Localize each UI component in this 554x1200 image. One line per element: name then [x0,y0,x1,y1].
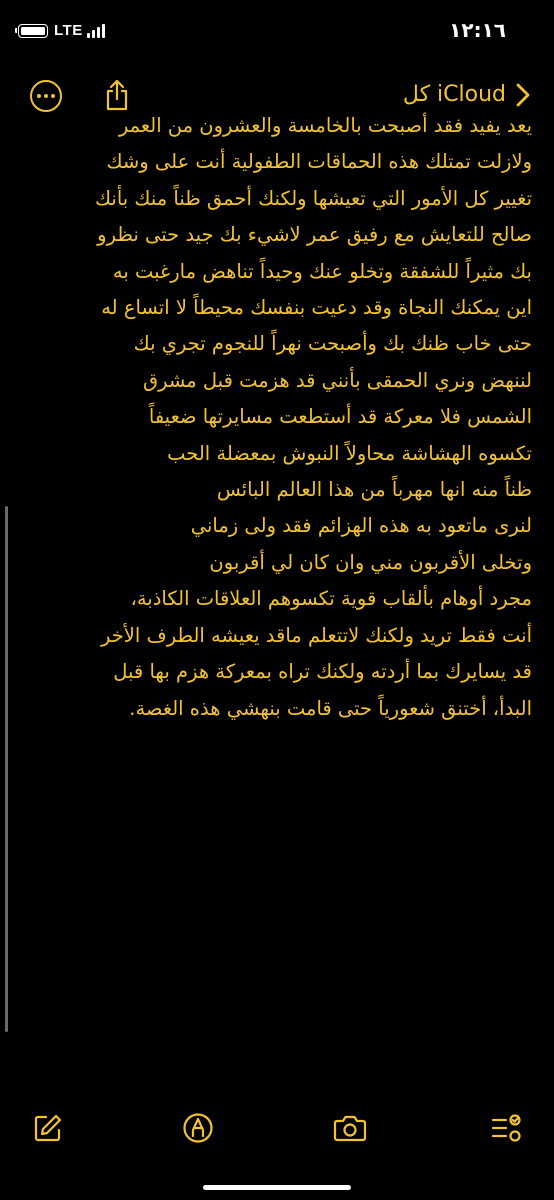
note-line: مجرد أوهام بألقاب قوية تكسوهم العلاقات ا… [130,587,532,611]
compose-icon [34,1114,62,1142]
more-ellipsis-icon [37,94,55,98]
status-time: ١٢:١٦ [449,18,506,42]
note-line: وتخلى الأقربون مني وان كان لي أقربون [209,550,532,574]
note-line: ظناً منه انها مهرباً من هذا العالم البائ… [216,478,532,502]
note-line: لنرى ماتعود به هذه الهزائم فقد ولى زماني [190,514,532,538]
note-line: قد يسايرك بما أردته ولكنك تراه بمعركة هز… [113,660,532,684]
note-line: بك مثيراً للشفقة وتخلو عنك وحيداً تناهض … [112,259,532,283]
note-line: اين يمكنك النجاة وقد دعيت بنفسك محيطاً ل… [101,296,532,320]
battery-icon [15,23,48,38]
new-note-button[interactable] [30,1110,66,1146]
checklist-button[interactable] [488,1110,524,1146]
home-indicator[interactable] [203,1185,351,1190]
note-line: ولازلت تمتلك هذه الحماقات الطفولية أنت ع… [106,150,532,174]
signal-icon [86,23,105,38]
status-indicators: LTE [15,22,105,39]
chevron-right-icon [516,83,530,107]
markup-icon [183,1113,213,1143]
status-bar: LTE ١٢:١٦ [0,0,554,64]
back-label: كل iCloud [402,82,506,107]
note-line: تغيير كل الأمور التي تعيشها ولكنك أحمق ظ… [94,186,532,210]
network-type: LTE [54,22,83,39]
note-line: حتى خاب ظنك بك وأصبحت نهراً للنجوم تجري … [133,332,532,356]
note-line: أنت فقط تريد ولكنك لاتتعلم ماقد يعيشه ال… [100,623,532,647]
note-line: تكسوه الهشاشة محاولاً النبوش بمعضلة الحب [167,441,532,465]
note-line: لننهض ونري الحمقى بأنني قد هزمت قبل مشرق [142,368,532,392]
markup-button[interactable] [180,1110,216,1146]
note-line: الشمس فلا معركة قد أستطعت مسايرتها ضعيفا… [148,405,532,429]
back-to-icloud-button[interactable]: كل iCloud [403,82,530,107]
share-icon [106,79,128,111]
camera-button[interactable] [332,1110,368,1146]
scrollbar[interactable] [5,506,8,1032]
checklist-icon [491,1114,521,1142]
note-line: البدأ، أختنق شعورياً حتى قامت بنهشي هذه … [129,696,532,720]
note-line: صالح للتعايش مع رفيق عمر لاشيء بك جيد حت… [97,223,532,247]
camera-icon [333,1115,367,1142]
note-text-area[interactable]: يعد يفيد فقد أصبحت بالخامسة والعشرون من … [22,108,532,727]
bottom-toolbar [0,1100,554,1156]
note-line: يعد يفيد فقد أصبحت بالخامسة والعشرون من … [118,114,532,137]
